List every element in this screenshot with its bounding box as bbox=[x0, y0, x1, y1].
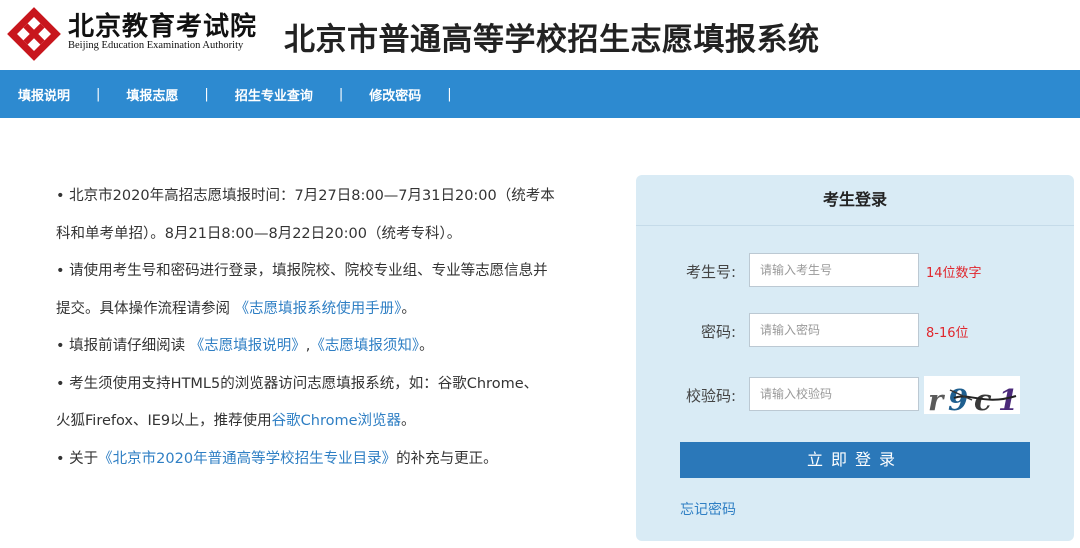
notice-text: 。 bbox=[401, 413, 416, 429]
filling-instructions-link[interactable]: 《志愿填报说明》 bbox=[190, 338, 306, 354]
nav-separator: | bbox=[338, 86, 344, 102]
org-name-en: Beijing Education Examination Authority bbox=[68, 40, 244, 51]
notice-text: 火狐Firefox、IE9以上，推荐使用 bbox=[56, 413, 272, 429]
password-input[interactable] bbox=[749, 313, 919, 347]
exam-id-input[interactable] bbox=[749, 253, 919, 287]
nav-items: 填报说明 | 填报志愿 | 招生专业查询 | 修改密码 | bbox=[18, 70, 478, 118]
notice-text: • 关于 bbox=[56, 450, 99, 467]
notice-line: • 关于《北京市2020年普通高等学校招生专业目录》的补充与更正。 bbox=[56, 441, 596, 479]
notice-line: • 填报前请仔细阅读 《志愿填报说明》,《志愿填报须知》。 bbox=[56, 328, 596, 366]
captcha-image[interactable]: r9c1 bbox=[924, 376, 1020, 414]
notice-line: • 北京市2020年高招志愿填报时间：7月27日8:00—7月31日20:00（… bbox=[56, 188, 555, 204]
nav-item-change-password[interactable]: 修改密码 bbox=[369, 85, 421, 104]
nav-separator: | bbox=[447, 86, 452, 102]
nav-item-instructions[interactable]: 填报说明 bbox=[18, 85, 70, 104]
notice-text: 提交。具体操作流程请参阅 bbox=[56, 300, 235, 317]
notice-line: 提交。具体操作流程请参阅 《志愿填报系统使用手册》。 bbox=[56, 291, 596, 329]
captcha-char: 9 bbox=[948, 383, 968, 414]
login-button[interactable]: 立即登录 bbox=[680, 442, 1030, 478]
captcha-label: 校验码: bbox=[685, 387, 736, 405]
chrome-browser-link[interactable]: 谷歌Chrome浏览器 bbox=[272, 413, 401, 429]
notice-text: 的补充与更正。 bbox=[396, 450, 498, 467]
notice-text: 。 bbox=[419, 338, 434, 354]
notice-text: 。 bbox=[401, 300, 416, 317]
login-title: 考生登录 bbox=[822, 190, 887, 209]
site-title: 北京市普通高等学校招生志愿填报系统 bbox=[284, 22, 820, 58]
exam-id-hint: 14位数字 bbox=[926, 266, 982, 281]
notice-line: • 请使用考生号和密码进行登录，填报院校、院校专业组、专业等志愿信息并 bbox=[56, 263, 548, 279]
panel-divider bbox=[636, 225, 1074, 226]
notice-line: 火狐Firefox、IE9以上，推荐使用谷歌Chrome浏览器。 bbox=[56, 403, 596, 441]
major-catalog-link[interactable]: 《北京市2020年普通高等学校招生专业目录》 bbox=[98, 451, 396, 467]
nav-item-fill-choices[interactable]: 填报志愿 bbox=[126, 85, 178, 104]
notice-text: • 填报前请仔细阅读 bbox=[56, 338, 190, 354]
notice-line: • 考生须使用支持HTML5的浏览器访问志愿填报系统，如：谷歌Chrome、 bbox=[56, 375, 539, 392]
beijing-education-exam-logo-icon bbox=[7, 7, 61, 61]
nav-separator: | bbox=[96, 86, 101, 102]
site-header: 北京教育考试院 Beijing Education Examination Au… bbox=[0, 0, 1080, 70]
notice-list: • 北京市2020年高招志愿填报时间：7月27日8:00—7月31日20:00（… bbox=[56, 178, 596, 478]
password-label: 密码: bbox=[700, 323, 736, 341]
notice-line: 科和单考单招）。8月21日8:00—8月22日20:00（统考专科）。 bbox=[56, 225, 462, 242]
org-name-cn: 北京教育考试院 bbox=[68, 12, 258, 42]
filling-notice-link[interactable]: 《志愿填报须知》 bbox=[310, 338, 419, 354]
exam-id-label: 考生号: bbox=[685, 263, 736, 281]
main-nav: 填报说明 | 填报志愿 | 招生专业查询 | 修改密码 | bbox=[0, 70, 1080, 118]
forgot-password-link[interactable]: 忘记密码 bbox=[680, 499, 736, 519]
login-panel: 考生登录 考生号: 14位数字 密码: 8-16位 校验码: r9c1 立即登录… bbox=[636, 175, 1074, 541]
captcha-input[interactable] bbox=[749, 377, 919, 411]
nav-item-major-search[interactable]: 招生专业查询 bbox=[235, 85, 313, 104]
user-manual-link[interactable]: 《志愿填报系统使用手册》 bbox=[235, 301, 402, 317]
password-hint: 8-16位 bbox=[926, 326, 969, 341]
nav-separator: | bbox=[204, 86, 209, 102]
